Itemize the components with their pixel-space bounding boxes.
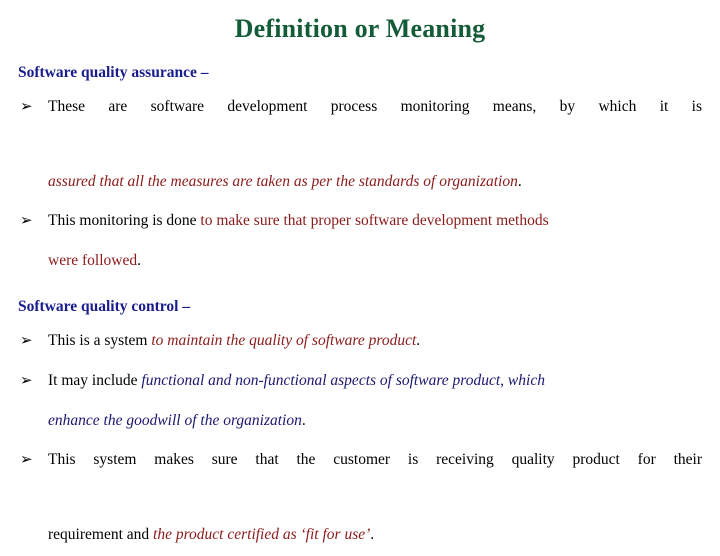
list-item-text-emphasis: enhance the goodwill of the organization (48, 412, 302, 429)
list-item-text-emphasis: functional and non-functional aspects of… (141, 372, 545, 389)
list-item-text-period: . (137, 252, 141, 269)
slide-canvas: Definition or Meaning Software quality a… (0, 0, 720, 543)
list-item-text-emphasis: to make sure that proper software develo… (200, 212, 549, 229)
bullet-arrow-icon: ➢ (20, 97, 33, 115)
list-item-text: These are software development process m… (48, 98, 702, 115)
list-item-line: This is a system to maintain the quality… (48, 323, 702, 358)
bullet-arrow-icon: ➢ (20, 371, 33, 389)
bullet-arrow-icon: ➢ (20, 211, 33, 229)
section-heading-text: Software quality assurance (18, 64, 197, 81)
list-item-line: It may include functional and non-functi… (48, 363, 702, 398)
list-item-text-emphasis: were followed (48, 252, 138, 269)
list-item-text: This system makes sure that the customer… (48, 451, 702, 468)
list-item-text: This monitoring is done (48, 212, 201, 229)
bullet-arrow-icon: ➢ (20, 450, 33, 468)
list-item: ➢ It may include functional and non-func… (18, 363, 702, 398)
list-item: ➢ This is a system to maintain the quali… (18, 323, 702, 358)
section-heading-dash: – (178, 298, 191, 315)
slide-body: Software quality assurance – ➢ These are… (18, 62, 702, 556)
list-item-continuation: enhance the goodwill of the organization… (18, 403, 702, 438)
list-item-text-period: . (517, 173, 522, 190)
list-item-line: This monitoring is done to make sure tha… (48, 203, 702, 238)
list-item-text: This is a system (48, 332, 152, 349)
section-heading-text: Software quality control (18, 298, 179, 315)
list-item: ➢ This monitoring is done to make sure t… (18, 203, 702, 238)
slide-title: Definition or Meaning (234, 14, 486, 43)
list-item-continuation: assured that all the measures are taken … (18, 164, 702, 199)
list-item-continuation: requirement and the product certified as… (18, 517, 702, 552)
list-item: ➢ This system makes sure that the custom… (18, 442, 702, 512)
list-item-text: It may include (48, 372, 142, 389)
list-item-text-period: . (416, 332, 421, 349)
list-item-text-emphasis: the product certified as ‘fit for use’ (153, 526, 371, 543)
list-item-line: This system makes sure that the customer… (48, 442, 702, 512)
list-item-text: requirement and (48, 526, 154, 543)
section-heading-software-quality-assurance: Software quality assurance – (18, 62, 702, 84)
bullet-arrow-icon: ➢ (20, 331, 33, 349)
list-item: ➢ These are software development process… (18, 89, 702, 159)
list-item-text-period: . (370, 526, 375, 543)
list-item-text-emphasis: assured that all the measures are taken … (48, 173, 518, 190)
list-item-line: These are software development process m… (48, 89, 702, 159)
section-heading-dash: – (196, 64, 209, 81)
section-heading-software-quality-control: Software quality control – (18, 296, 702, 318)
list-item-text-period: . (301, 412, 306, 429)
list-item-text-emphasis: to maintain the quality of software prod… (151, 332, 417, 349)
list-item-continuation: were followed. (18, 243, 702, 278)
